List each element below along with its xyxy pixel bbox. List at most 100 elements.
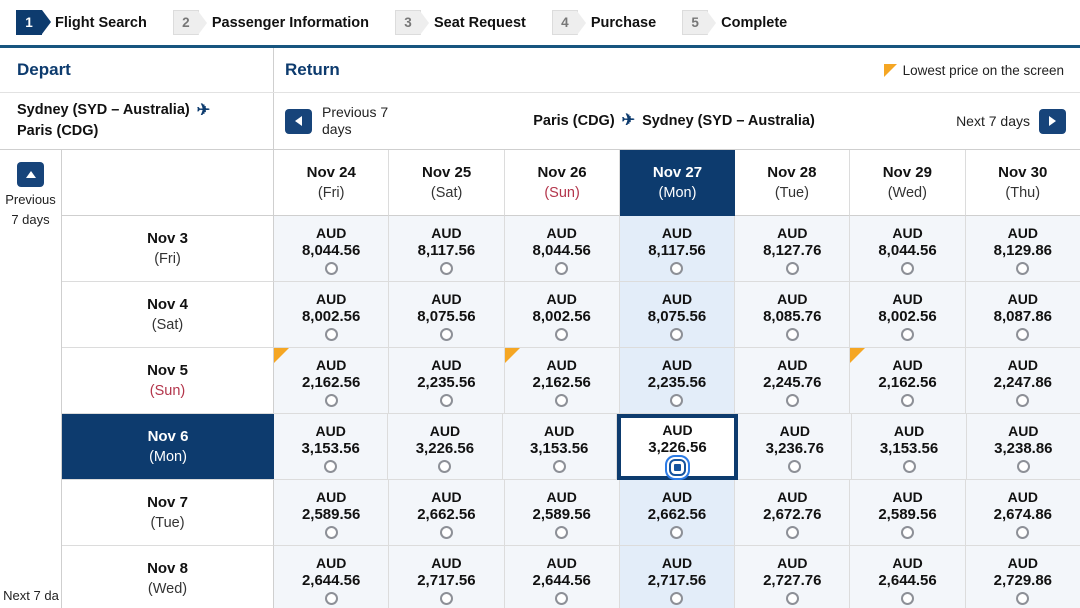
- rail-previous-7-days-label[interactable]: Previous 7 days: [3, 190, 59, 230]
- fare-cell[interactable]: AUD 8,117.56: [389, 216, 505, 282]
- fare-cell[interactable]: AUD 2,644.56: [504, 546, 620, 608]
- fare-radio[interactable]: [785, 393, 799, 407]
- return-date-header[interactable]: Nov 24 (Fri): [274, 150, 390, 216]
- fare-radio[interactable]: [1016, 591, 1030, 605]
- fare-cell[interactable]: AUD 2,589.56: [504, 480, 620, 546]
- fare-radio[interactable]: [788, 459, 802, 473]
- fare-radio[interactable]: [324, 327, 338, 341]
- fare-cell[interactable]: AUD 2,245.76: [735, 348, 851, 414]
- fare-radio[interactable]: [552, 459, 566, 473]
- fare-cell[interactable]: AUD 3,153.56: [274, 414, 389, 480]
- fare-radio[interactable]: [1016, 327, 1030, 341]
- fare-cell[interactable]: AUD 2,162.56: [504, 348, 620, 414]
- fare-cell[interactable]: AUD 2,729.86: [965, 546, 1080, 608]
- fare-cell[interactable]: AUD 2,717.56: [619, 546, 736, 608]
- fare-cell[interactable]: AUD 3,226.56: [388, 414, 503, 480]
- fare-cell[interactable]: AUD 8,075.56: [619, 282, 736, 348]
- fare-radio[interactable]: [324, 591, 338, 605]
- fare-radio[interactable]: [439, 525, 453, 539]
- fare-radio[interactable]: [785, 261, 799, 275]
- fare-cell[interactable]: AUD 2,162.56: [850, 348, 966, 414]
- fare-cell[interactable]: AUD 2,162.56: [274, 348, 390, 414]
- fare-radio[interactable]: [439, 591, 453, 605]
- step-3[interactable]: 3 Seat Request: [394, 10, 526, 35]
- fare-cell[interactable]: AUD 8,087.86: [965, 282, 1080, 348]
- fare-radio[interactable]: [439, 261, 453, 275]
- fare-radio[interactable]: [902, 459, 916, 473]
- rail-next-7-days[interactable]: Next 7 days: [0, 586, 62, 608]
- fare-radio[interactable]: [439, 393, 453, 407]
- fare-radio[interactable]: [785, 327, 799, 341]
- fare-radio[interactable]: [1016, 261, 1030, 275]
- rail-next-7-days-label[interactable]: Next 7 days: [3, 586, 59, 608]
- step-4[interactable]: 4 Purchase: [551, 10, 656, 35]
- fare-cell[interactable]: AUD 3,226.56: [616, 414, 739, 480]
- step-2[interactable]: 2 Passenger Information: [172, 10, 369, 35]
- fare-cell[interactable]: AUD 8,002.56: [850, 282, 966, 348]
- return-date-header[interactable]: Nov 27 (Mon): [620, 150, 735, 216]
- fare-cell[interactable]: AUD 8,044.56: [504, 216, 620, 282]
- return-date-header[interactable]: Nov 26 (Sun): [504, 150, 621, 216]
- fare-radio-selected[interactable]: [670, 461, 684, 474]
- fare-radio[interactable]: [555, 327, 569, 341]
- fare-cell[interactable]: AUD 3,153.56: [852, 414, 967, 480]
- return-date-header[interactable]: Nov 29 (Wed): [850, 150, 966, 216]
- depart-date-header[interactable]: Nov 3 (Fri): [62, 216, 274, 282]
- fare-cell[interactable]: AUD 2,644.56: [274, 546, 390, 608]
- fare-radio[interactable]: [438, 459, 452, 473]
- fare-radio[interactable]: [555, 261, 569, 275]
- fare-cell[interactable]: AUD 2,717.56: [389, 546, 505, 608]
- fare-cell[interactable]: AUD 2,589.56: [274, 480, 390, 546]
- next-7-days-button[interactable]: [1039, 108, 1066, 134]
- fare-radio[interactable]: [901, 591, 915, 605]
- fare-radio[interactable]: [1016, 393, 1030, 407]
- fare-cell[interactable]: AUD 8,085.76: [735, 282, 851, 348]
- depart-date-header[interactable]: Nov 4 (Sat): [62, 282, 274, 348]
- fare-radio[interactable]: [901, 525, 915, 539]
- fare-cell[interactable]: AUD 2,662.56: [619, 480, 736, 546]
- fare-cell[interactable]: AUD 3,153.56: [502, 414, 617, 480]
- fare-radio[interactable]: [1016, 525, 1030, 539]
- fare-radio[interactable]: [901, 327, 915, 341]
- fare-radio[interactable]: [785, 525, 799, 539]
- fare-cell[interactable]: AUD 2,727.76: [735, 546, 851, 608]
- fare-cell[interactable]: AUD 2,674.86: [965, 480, 1080, 546]
- fare-cell[interactable]: AUD 8,075.56: [389, 282, 505, 348]
- fare-cell[interactable]: AUD 2,672.76: [735, 480, 851, 546]
- fare-radio[interactable]: [555, 525, 569, 539]
- step-5[interactable]: 5 Complete: [682, 10, 787, 35]
- return-date-header[interactable]: Nov 28 (Tue): [734, 150, 851, 216]
- next-7-days-label[interactable]: Next 7 days: [956, 113, 1030, 129]
- fare-radio[interactable]: [555, 591, 569, 605]
- fare-cell[interactable]: AUD 8,044.56: [274, 216, 390, 282]
- fare-radio[interactable]: [324, 459, 338, 473]
- previous-7-days-button[interactable]: [285, 108, 312, 134]
- fare-cell[interactable]: AUD 8,117.56: [619, 216, 736, 282]
- fare-cell[interactable]: AUD 2,247.86: [965, 348, 1080, 414]
- fare-radio[interactable]: [670, 327, 684, 341]
- fare-cell[interactable]: AUD 2,644.56: [850, 546, 966, 608]
- fare-radio[interactable]: [324, 261, 338, 275]
- fare-cell[interactable]: AUD 8,002.56: [274, 282, 390, 348]
- fare-cell[interactable]: AUD 2,235.56: [619, 348, 736, 414]
- step-1[interactable]: 1 Flight Search: [16, 10, 147, 35]
- fare-radio[interactable]: [1016, 459, 1030, 473]
- fare-radio[interactable]: [901, 261, 915, 275]
- previous-7-days-up-button[interactable]: [17, 162, 44, 187]
- fare-cell[interactable]: AUD 8,127.76: [735, 216, 851, 282]
- fare-radio[interactable]: [439, 327, 453, 341]
- return-date-header[interactable]: Nov 25 (Sat): [389, 150, 505, 216]
- fare-radio[interactable]: [555, 393, 569, 407]
- fare-radio[interactable]: [670, 393, 684, 407]
- rail-previous-7-days[interactable]: Previous 7 days: [0, 150, 61, 230]
- depart-date-header[interactable]: Nov 8 (Wed): [62, 546, 274, 608]
- fare-cell[interactable]: AUD 8,129.86: [965, 216, 1080, 282]
- return-date-header[interactable]: Nov 30 (Thu): [965, 150, 1080, 216]
- fare-radio[interactable]: [324, 393, 338, 407]
- fare-cell[interactable]: AUD 2,589.56: [850, 480, 966, 546]
- depart-date-header[interactable]: Nov 5 (Sun): [62, 348, 274, 414]
- fare-radio[interactable]: [785, 591, 799, 605]
- depart-date-header[interactable]: Nov 6 (Mon): [62, 414, 274, 480]
- fare-cell[interactable]: AUD 2,662.56: [389, 480, 505, 546]
- fare-cell[interactable]: AUD 8,044.56: [850, 216, 966, 282]
